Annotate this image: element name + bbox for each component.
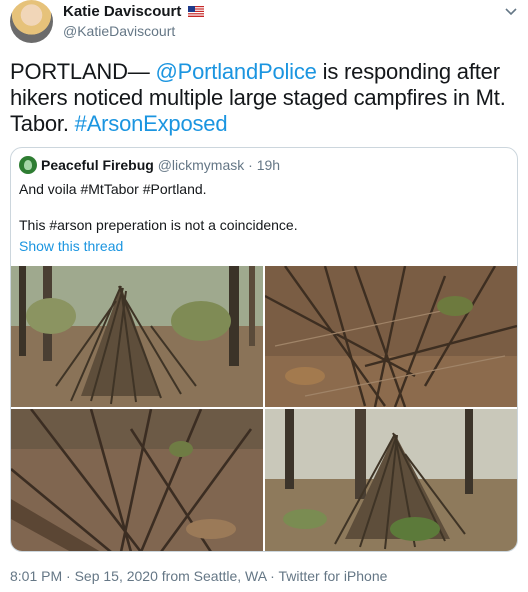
quote-avatar[interactable] bbox=[19, 156, 37, 174]
tweet-text: PORTLAND— @PortlandPolice is responding … bbox=[10, 59, 515, 137]
quote-text-line2: This #arson preperation is not a coincid… bbox=[19, 217, 298, 233]
tweet-header: Katie Daviscourt @KatieDaviscourt bbox=[10, 0, 518, 48]
mention-link[interactable]: @PortlandPolice bbox=[156, 59, 317, 84]
quote-timestamp[interactable]: · 19h bbox=[244, 157, 280, 173]
forest-photo-image bbox=[265, 409, 517, 551]
forest-photo-image bbox=[265, 266, 517, 407]
author-handle[interactable]: @KatieDaviscourt bbox=[63, 23, 175, 39]
quote-author-handle[interactable]: @lickmymask bbox=[158, 157, 245, 173]
photo-4[interactable] bbox=[265, 409, 517, 551]
quote-text-line1: And voila #MtTabor #Portland. bbox=[19, 181, 207, 197]
photo-3[interactable] bbox=[11, 409, 263, 551]
show-thread-link[interactable]: Show this thread bbox=[19, 238, 123, 254]
photo-2[interactable] bbox=[265, 266, 517, 407]
forest-photo-image bbox=[11, 409, 263, 551]
author-avatar[interactable] bbox=[10, 0, 53, 43]
photo-grid bbox=[11, 266, 517, 551]
hashtag-link[interactable]: #ArsonExposed bbox=[75, 111, 228, 136]
photo-1[interactable] bbox=[11, 266, 263, 407]
us-flag-icon bbox=[187, 6, 204, 17]
author-name-row[interactable]: Katie Daviscourt bbox=[63, 3, 204, 20]
tweet-footer-meta[interactable]: 8:01 PM · Sep 15, 2020 from Seattle, WA … bbox=[10, 568, 387, 584]
quote-author-name[interactable]: Peaceful Firebug bbox=[41, 157, 154, 173]
tweet-text-part1: PORTLAND— bbox=[10, 59, 156, 84]
quoted-tweet[interactable]: Peaceful Firebug @lickmymask · 19h And v… bbox=[10, 147, 518, 552]
chevron-down-icon[interactable] bbox=[504, 4, 518, 18]
quote-header: Peaceful Firebug @lickmymask · 19h bbox=[19, 156, 280, 174]
forest-photo-image bbox=[11, 266, 263, 407]
author-name[interactable]: Katie Daviscourt bbox=[63, 3, 181, 20]
